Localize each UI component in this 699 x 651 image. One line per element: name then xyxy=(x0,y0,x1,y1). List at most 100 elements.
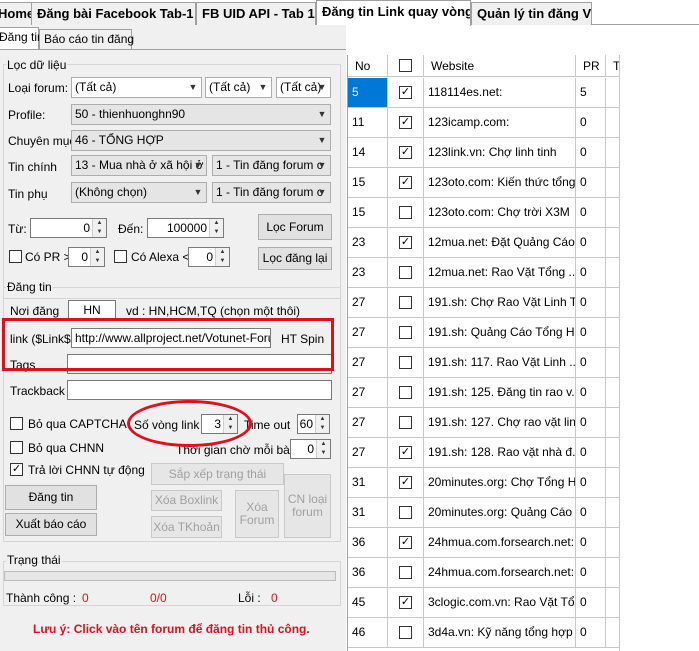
row-pr-cell[interactable]: 0 xyxy=(576,408,606,437)
trackback-input[interactable] xyxy=(67,380,332,400)
row-t-cell[interactable] xyxy=(606,558,619,587)
table-row[interactable]: 15 ✓ 123oto.com: Kiến thức tổng... 0 xyxy=(348,168,619,198)
timeout-stepper[interactable]: 60 ▲ ▼ xyxy=(297,414,330,434)
row-checkbox[interactable]: ✓ xyxy=(399,446,412,459)
select-all-checkbox[interactable] xyxy=(399,59,412,72)
row-t-cell[interactable] xyxy=(606,228,619,257)
row-no-cell[interactable]: 31 xyxy=(348,468,388,497)
delete-account-button[interactable]: Xóa TKhoản xyxy=(151,516,222,538)
row-check-cell[interactable]: ✓ xyxy=(388,588,424,617)
row-check-cell[interactable] xyxy=(388,498,424,527)
row-website-cell[interactable]: 12mua.net: Đặt Quảng Cáo ... xyxy=(424,228,576,257)
row-no-cell[interactable]: 27 xyxy=(348,288,388,317)
row-pr-cell[interactable]: 0 xyxy=(576,588,606,617)
row-no-cell[interactable]: 36 xyxy=(348,528,388,557)
updown-icon[interactable]: ▲ ▼ xyxy=(90,248,104,266)
row-checkbox[interactable] xyxy=(399,506,412,519)
row-t-cell[interactable] xyxy=(606,318,619,347)
row-t-cell[interactable] xyxy=(606,168,619,197)
row-checkbox[interactable] xyxy=(399,206,412,219)
row-website-cell[interactable]: 191.sh: 125. Đăng tin rao v... xyxy=(424,378,576,407)
row-checkbox[interactable]: ✓ xyxy=(399,86,412,99)
table-row[interactable]: 31 20minutes.org: Quảng Cáo ... 0 xyxy=(348,498,619,528)
row-checkbox[interactable]: ✓ xyxy=(399,596,412,609)
col-t-header[interactable]: T xyxy=(606,55,619,77)
row-pr-cell[interactable]: 0 xyxy=(576,348,606,377)
table-row[interactable]: 14 ✓ 123link.vn: Chợ linh tinh 0 xyxy=(348,138,619,168)
row-website-cell[interactable]: 3d4a.vn: Kỹ năng tổng hợp xyxy=(424,618,576,647)
row-website-cell[interactable]: 12mua.net: Rao Vặt Tổng ... xyxy=(424,258,576,287)
from-stepper[interactable]: 0 ▲ ▼ xyxy=(30,218,107,238)
row-website-cell[interactable]: 123oto.com: Chợ trời X3M xyxy=(424,198,576,227)
forum-type-select-1[interactable]: (Tất cả) ▼ xyxy=(71,77,202,98)
filter-repost-button[interactable]: Lọc đăng lại xyxy=(258,247,332,270)
updown-icon[interactable]: ▲ ▼ xyxy=(215,248,229,266)
table-row[interactable]: 23 12mua.net: Rao Vặt Tổng ... 0 xyxy=(348,258,619,288)
row-t-cell[interactable] xyxy=(606,618,619,647)
row-check-cell[interactable] xyxy=(388,288,424,317)
row-checkbox[interactable]: ✓ xyxy=(399,476,412,489)
tab-facebook-post[interactable]: Đăng bài Facebook Tab-1 xyxy=(31,2,196,25)
main-post-type-select[interactable]: 1 - Tin đăng forum c ▼ xyxy=(212,155,331,176)
row-website-cell[interactable]: 191.sh: Chợ Rao Vặt Linh T... xyxy=(424,288,576,317)
row-checkbox[interactable] xyxy=(399,416,412,429)
table-row[interactable]: 45 ✓ 3clogic.com.vn: Rao Vặt Tổ... 0 xyxy=(348,588,619,618)
col-website-header[interactable]: Website xyxy=(424,55,576,77)
table-row[interactable]: 27 191.sh: 117. Rao Vặt Linh ... 0 xyxy=(348,348,619,378)
updown-icon[interactable]: ▲ ▼ xyxy=(209,219,223,237)
row-check-cell[interactable]: ✓ xyxy=(388,78,424,107)
row-pr-cell[interactable]: 0 xyxy=(576,468,606,497)
delete-forum-button[interactable]: Xóa Forum xyxy=(235,490,279,538)
row-pr-cell[interactable]: 0 xyxy=(576,438,606,467)
row-pr-cell[interactable]: 0 xyxy=(576,498,606,527)
updown-icon[interactable]: ▲ ▼ xyxy=(92,219,106,237)
table-row[interactable]: 27 191.sh: Chợ Rao Vặt Linh T... 0 xyxy=(348,288,619,318)
row-check-cell[interactable] xyxy=(388,198,424,227)
sort-status-button[interactable]: Sắp xếp trạng thái xyxy=(151,463,284,485)
row-check-cell[interactable] xyxy=(388,258,424,287)
row-no-cell[interactable]: 27 xyxy=(348,348,388,377)
row-t-cell[interactable] xyxy=(606,258,619,287)
row-t-cell[interactable] xyxy=(606,348,619,377)
row-checkbox[interactable]: ✓ xyxy=(399,116,412,129)
table-row[interactable]: 27 ✓ 191.sh: 128. Rao vặt nhà đ... 0 xyxy=(348,438,619,468)
table-row[interactable]: 36 ✓ 24hmua.com.forsearch.net: ... 0 xyxy=(348,528,619,558)
row-website-cell[interactable]: 123link.vn: Chợ linh tinh xyxy=(424,138,576,167)
row-pr-cell[interactable]: 0 xyxy=(576,168,606,197)
row-no-cell[interactable]: 27 xyxy=(348,438,388,467)
row-t-cell[interactable] xyxy=(606,588,619,617)
row-check-cell[interactable] xyxy=(388,378,424,407)
row-check-cell[interactable]: ✓ xyxy=(388,438,424,467)
row-no-cell[interactable]: 45 xyxy=(348,588,388,617)
row-website-cell[interactable]: 123oto.com: Kiến thức tổng... xyxy=(424,168,576,197)
tab-fb-uid-api[interactable]: FB UID API - Tab 1 xyxy=(196,2,316,25)
row-pr-cell[interactable]: 0 xyxy=(576,288,606,317)
post-location-input[interactable]: HN xyxy=(68,300,116,320)
row-pr-cell[interactable]: 0 xyxy=(576,108,606,137)
row-checkbox[interactable] xyxy=(399,566,412,579)
row-pr-cell[interactable]: 0 xyxy=(576,318,606,347)
auto-answer-checkbox[interactable]: ✓ xyxy=(10,463,23,476)
row-check-cell[interactable] xyxy=(388,558,424,587)
row-no-cell[interactable]: 14 xyxy=(348,138,388,167)
row-no-cell[interactable]: 27 xyxy=(348,408,388,437)
skip-chnn-checkbox[interactable] xyxy=(10,441,23,454)
tab-link-rotation[interactable]: Đăng tin Link quay vòng xyxy=(316,0,471,26)
row-check-cell[interactable] xyxy=(388,408,424,437)
subtab-report[interactable]: Báo cáo tin đăng xyxy=(39,29,134,49)
row-check-cell[interactable] xyxy=(388,318,424,347)
post-button[interactable]: Đăng tin xyxy=(5,485,97,510)
table-row[interactable]: 11 ✓ 123icamp.com: 0 xyxy=(348,108,619,138)
row-website-cell[interactable]: 24hmua.com.forsearch.net: ... xyxy=(424,558,576,587)
col-no-header[interactable]: No xyxy=(348,55,388,77)
row-pr-cell[interactable]: 0 xyxy=(576,558,606,587)
row-pr-cell[interactable]: 0 xyxy=(576,258,606,287)
row-t-cell[interactable] xyxy=(606,468,619,497)
row-website-cell[interactable]: 191.sh: Quảng Cáo Tổng H... xyxy=(424,318,576,347)
sub-post-type-select[interactable]: 1 - Tin đăng forum c ▼ xyxy=(212,182,331,203)
row-check-cell[interactable] xyxy=(388,618,424,647)
row-t-cell[interactable] xyxy=(606,198,619,227)
row-website-cell[interactable]: 191.sh: 127. Chợ rao vặt lin... xyxy=(424,408,576,437)
row-no-cell[interactable]: 15 xyxy=(348,198,388,227)
row-pr-cell[interactable]: 0 xyxy=(576,618,606,647)
